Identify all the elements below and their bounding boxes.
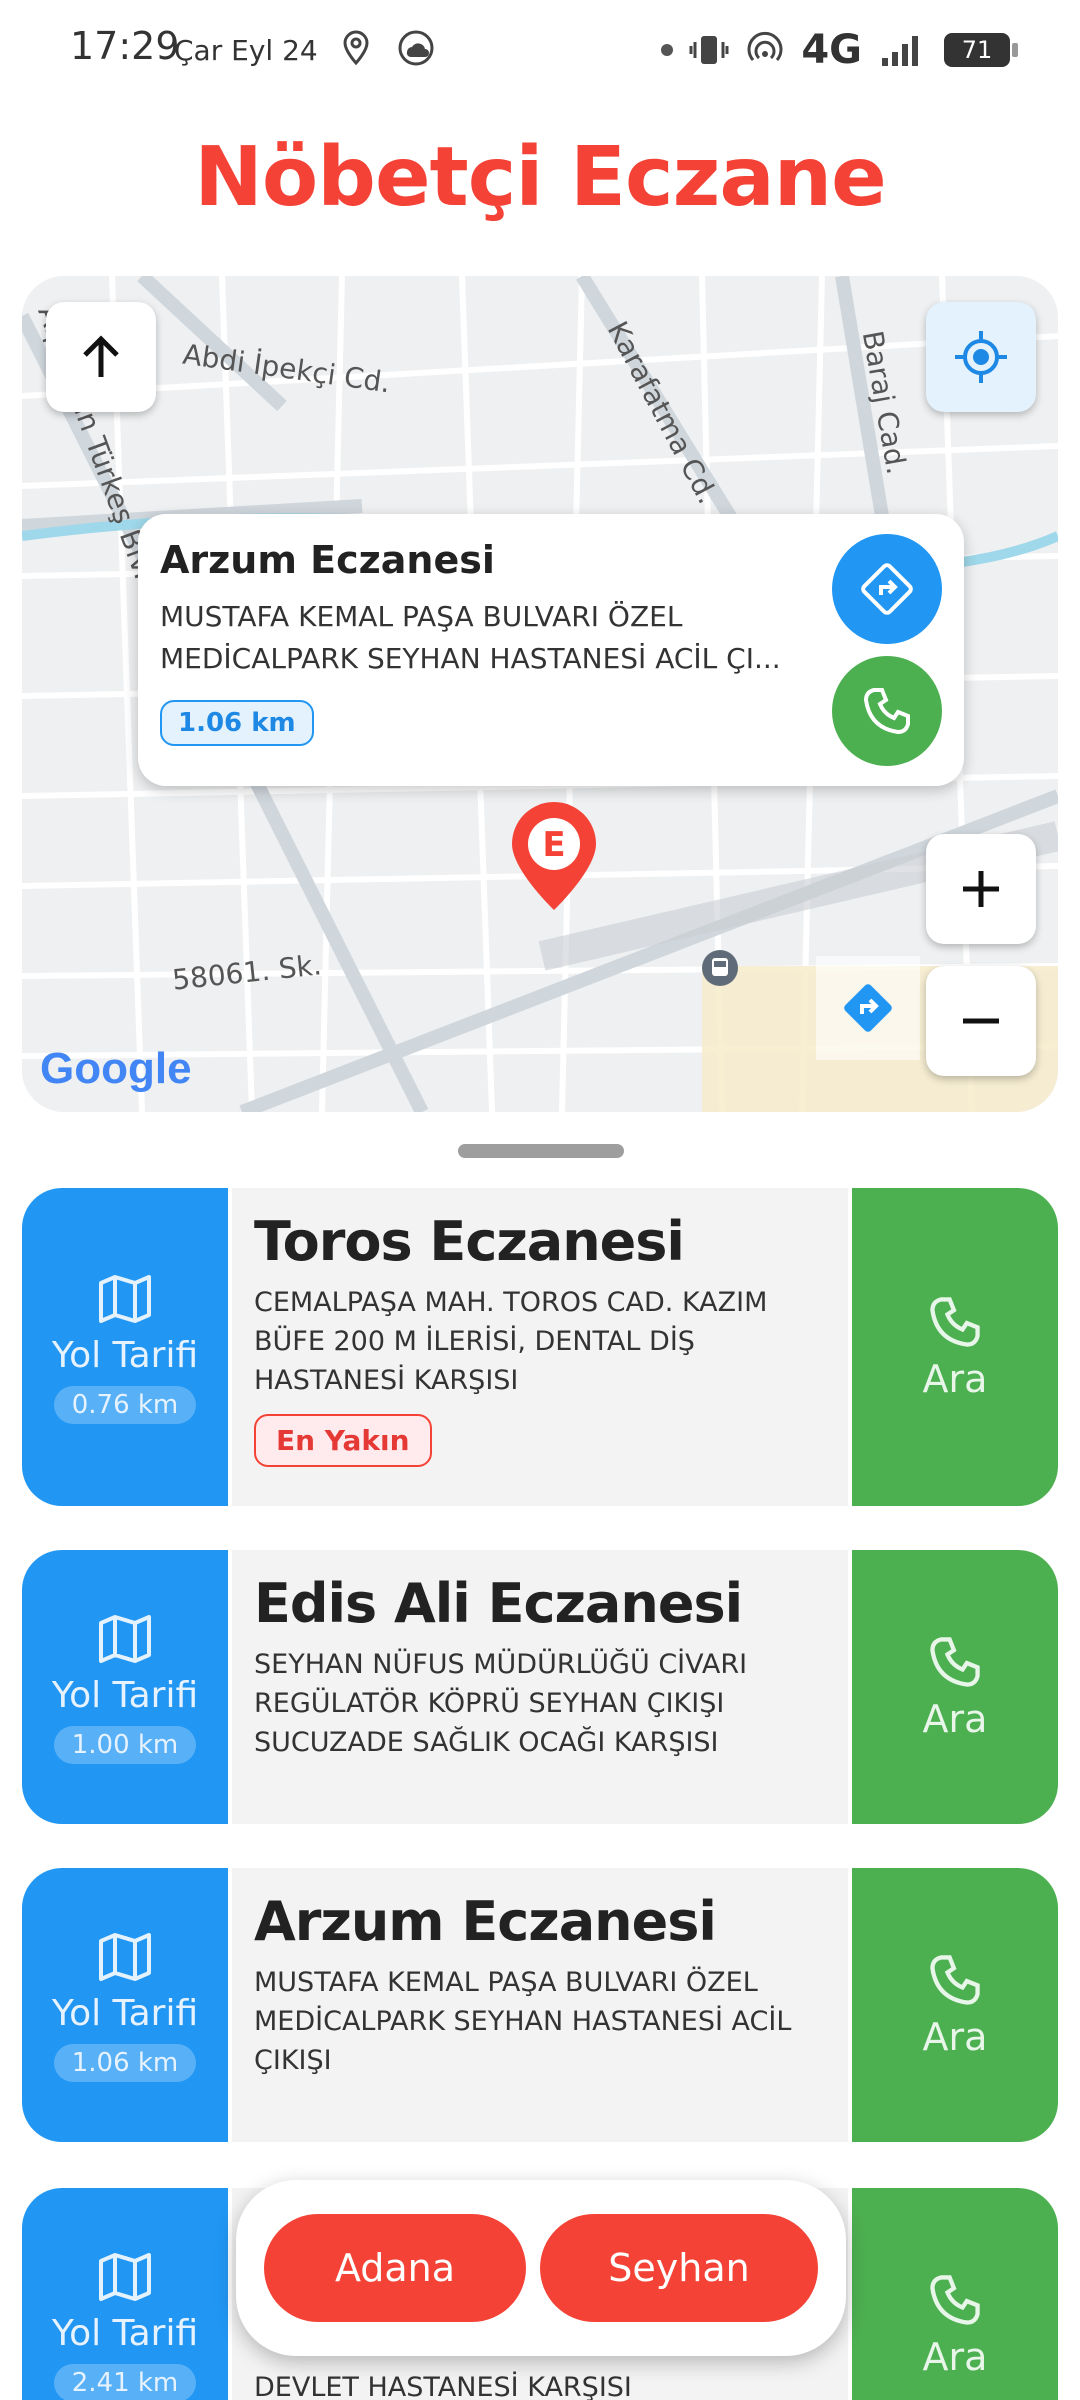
my-location-button[interactable] [926, 302, 1036, 412]
network-type: 4G [801, 27, 862, 73]
call-label: Ara [922, 2335, 988, 2379]
pin-letter: E [542, 825, 565, 865]
directions-icon [861, 563, 913, 615]
popup-directions-button[interactable] [832, 534, 942, 644]
popup-address-line2: MEDİCALPARK SEYHAN HASTANESİ ACİL ÇI... [160, 642, 781, 675]
map-view[interactable]: Abdi İpekçi Cd. Karafatma Cd. Baraj Cad.… [22, 276, 1058, 1112]
hotspot-icon [747, 31, 783, 61]
directions-button[interactable]: Yol Tarifi 1.06 km [22, 1868, 228, 2142]
arrow-up-icon [83, 335, 119, 377]
pharmacy-info[interactable]: Toros Eczanesi CEMALPAŞA MAH. TOROS CAD.… [232, 1188, 848, 1506]
directions-label: Yol Tarifi [51, 2312, 199, 2354]
phone-icon [930, 1637, 980, 1687]
zoom-out-button[interactable] [926, 966, 1036, 1076]
city-button[interactable]: Adana [264, 2214, 526, 2322]
pharmacy-name: Edis Ali Eczanesi [254, 1572, 743, 1635]
google-logo-text: Google [40, 1044, 192, 1093]
location-selector: Adana Seyhan [236, 2180, 846, 2356]
call-label: Ara [922, 1697, 988, 1741]
phone-icon [930, 1297, 980, 1347]
popup-title: Arzum Eczanesi [160, 538, 495, 582]
map-icon [99, 2252, 151, 2301]
distance-badge: 0.76 km [53, 1385, 197, 1424]
directions-label: Yol Tarifi [51, 1992, 199, 2034]
pharmacy-map-pin-icon[interactable]: E [504, 800, 604, 920]
status-time: 17:29 [70, 24, 180, 68]
pharmacy-card: Yol Tarifi 1.06 km Arzum Eczanesi MUSTAF… [22, 1868, 1058, 2142]
zoom-out-icon [963, 1018, 999, 1024]
phone-icon [863, 688, 910, 735]
compass-button[interactable] [46, 302, 156, 412]
pharmacy-card: Yol Tarifi 1.00 km Edis Ali Eczanesi SEY… [22, 1550, 1058, 1824]
my-location-icon [955, 331, 1007, 383]
popup-distance: 1.06 km [160, 700, 314, 746]
call-label: Ara [922, 2015, 988, 2059]
call-button[interactable]: Ara [852, 2188, 1058, 2400]
zoom-in-icon [963, 871, 999, 907]
popup-address-line1: MUSTAFA KEMAL PAŞA BULVARI ÖZEL [160, 600, 683, 633]
battery-indicator: 71 [944, 33, 1018, 67]
status-bar: 17:29 Çar Eyl 24 4G 71 [0, 0, 1080, 100]
zoom-in-button[interactable] [926, 834, 1036, 944]
page-title: Nöbetçi Eczane [194, 130, 886, 225]
popup-address: MUSTAFA KEMAL PAŞA BULVARI ÖZEL MEDİCALP… [160, 596, 800, 680]
google-logo: Google [40, 1044, 192, 1094]
directions-icon [844, 984, 892, 1032]
signal-icon [882, 36, 918, 66]
district-button[interactable]: Seyhan [540, 2214, 818, 2322]
call-button[interactable]: Ara [852, 1550, 1058, 1824]
phone-icon [930, 1955, 980, 2005]
map-directions-button[interactable] [816, 956, 920, 1060]
directions-button[interactable]: Yol Tarifi 0.76 km [22, 1188, 228, 1506]
directions-button[interactable]: Yol Tarifi 2.41 km [22, 2188, 228, 2400]
popup-call-button[interactable] [832, 656, 942, 766]
map-icon [99, 1614, 151, 1663]
map-icon [99, 1932, 151, 1981]
pharmacy-card: Yol Tarifi 0.76 km Toros Eczanesi CEMALP… [22, 1188, 1058, 1506]
call-button[interactable]: Ara [852, 1868, 1058, 2142]
pharmacy-name: Arzum Eczanesi [254, 1890, 717, 1953]
directions-label: Yol Tarifi [51, 1674, 199, 1716]
distance-badge: 2.41 km [53, 2363, 197, 2400]
weather-cloud-icon [398, 30, 434, 66]
pharmacy-popup[interactable]: Arzum Eczanesi MUSTAFA KEMAL PAŞA BULVAR… [138, 514, 964, 786]
distance-badge: 1.00 km [53, 1725, 197, 1764]
pharmacy-address: SEYHAN NÜFUS MÜDÜRLÜĞÜ CİVARI REGÜLATÖR … [254, 1649, 748, 1758]
pharmacy-info[interactable]: Arzum Eczanesi MUSTAFA KEMAL PAŞA BULVAR… [232, 1868, 848, 2142]
pharmacy-address: CEMALPAŞA MAH. TOROS CAD. KAZIM BÜFE 200… [254, 1287, 768, 1396]
status-date: Çar Eyl 24 [174, 34, 318, 67]
directions-button[interactable]: Yol Tarifi 1.00 km [22, 1550, 228, 1824]
pharmacy-address: MUSTAFA KEMAL PAŞA BULVARI ÖZEL MEDİCALP… [254, 1967, 792, 2076]
pharmacy-info[interactable]: Edis Ali Eczanesi SEYHAN NÜFUS MÜDÜRLÜĞÜ… [232, 1550, 848, 1824]
drag-handle[interactable] [458, 1144, 624, 1158]
vibrate-icon [689, 36, 729, 64]
distance-badge: 1.06 km [53, 2043, 197, 2082]
call-button[interactable]: Ara [852, 1188, 1058, 1506]
pharmacy-name: Toros Eczanesi [254, 1210, 685, 1273]
pharmacy-address: DEVLET HASTANESİ KARŞISI [254, 2372, 632, 2400]
call-label: Ara [922, 1357, 988, 1401]
status-right: 4G 71 [661, 24, 1018, 76]
map-icon [99, 1274, 151, 1323]
phone-icon [930, 2275, 980, 2325]
nearest-badge: En Yakın [254, 1414, 432, 1467]
location-pin-icon [343, 30, 369, 66]
directions-label: Yol Tarifi [51, 1334, 199, 1376]
notification-dot-icon [661, 44, 674, 56]
train-station-icon[interactable] [700, 948, 740, 988]
